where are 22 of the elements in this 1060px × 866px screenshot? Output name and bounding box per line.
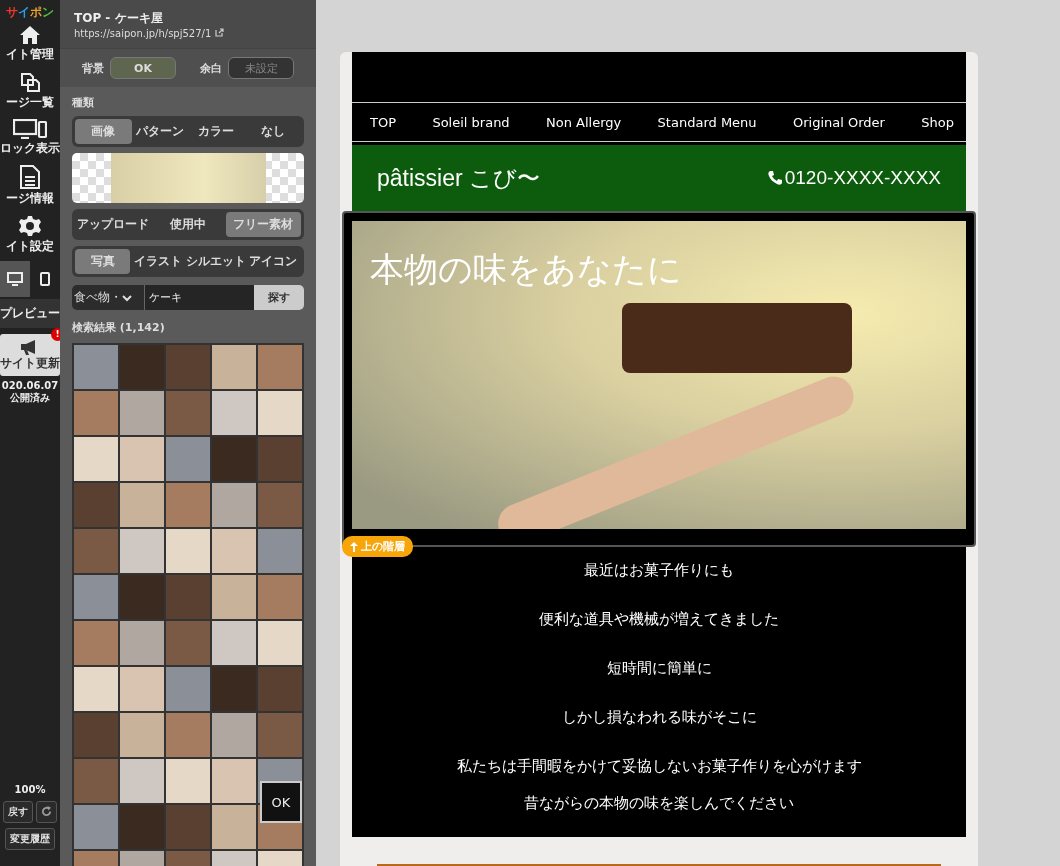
- zoom-level: 100%: [14, 784, 46, 795]
- body-text-line: 便利な道具や機械が増えてきました: [538, 610, 780, 629]
- body-text-line: 昔ながらの本物の味を楽しんでください: [523, 794, 795, 813]
- results-count: 検索結果 (1,142): [72, 320, 166, 335]
- phone-number: 0120-XXXX-XXXX: [766, 167, 941, 189]
- type-label: 種類: [72, 95, 95, 110]
- body-text-line: 最近はお菓子作りにも: [583, 561, 735, 580]
- nav-label: ロック表示: [0, 140, 60, 157]
- nav-label: ージ一覧: [6, 94, 54, 111]
- nav-label: イト管理: [6, 46, 54, 63]
- body-text-line: 私たちは手間暇をかけて妥協しないお菓子作りを心がけます: [455, 757, 863, 776]
- nav-label: ージ情報: [6, 190, 54, 207]
- page-title: TOP - ケーキ屋: [74, 10, 164, 27]
- background-label: 背景: [82, 60, 104, 76]
- nav-label: イト設定: [6, 238, 54, 255]
- logo: サイポン: [6, 4, 54, 21]
- publish-date: 020.06.07: [1, 380, 59, 391]
- margin-label: 余白: [199, 60, 222, 76]
- body-text-line: 短時間に簡単に: [605, 659, 713, 678]
- body-text-line: しかし損なわれる味がそこに: [560, 708, 758, 727]
- publish-status: 公開済み: [10, 391, 50, 405]
- hero-heading: 本物の味をあなたに: [370, 248, 682, 291]
